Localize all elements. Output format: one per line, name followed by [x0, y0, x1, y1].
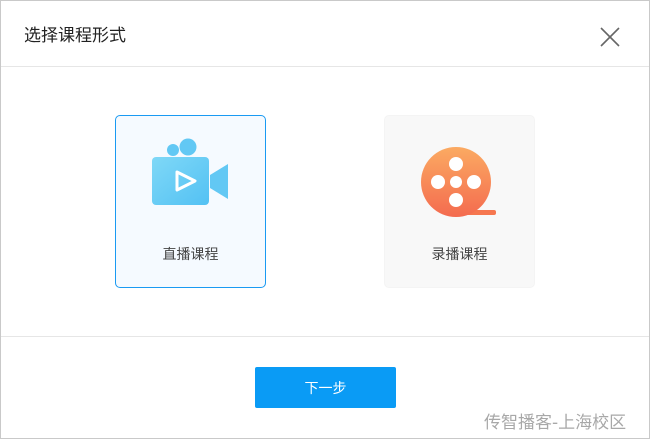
option-label: 录播课程	[431, 247, 488, 263]
dialog-title: 选择课程形式	[24, 26, 126, 46]
close-icon[interactable]	[598, 25, 622, 49]
course-type-options: 直播课程 录播课程	[1, 67, 649, 336]
option-recorded-course[interactable]: 录播课程	[384, 115, 535, 288]
film-reel-icon	[420, 138, 500, 218]
option-live-course[interactable]: 直播课程	[115, 115, 266, 288]
dialog-header: 选择课程形式	[1, 1, 649, 67]
next-button[interactable]: 下一步	[255, 367, 396, 408]
course-type-dialog: 选择课程形式 直播课程 录播课程 下一步	[0, 0, 650, 439]
option-label: 直播课程	[162, 247, 219, 263]
watermark-text: 传智播客-上海校区	[484, 413, 627, 433]
video-camera-icon	[151, 138, 231, 218]
